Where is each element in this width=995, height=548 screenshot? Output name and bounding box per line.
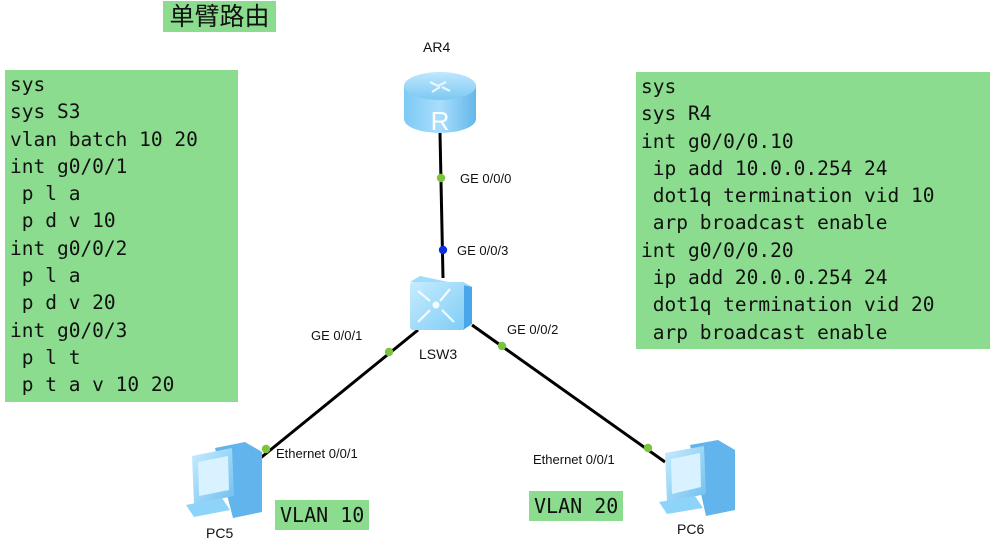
port-dot-lsw3-ge003[interactable] (438, 245, 448, 255)
port-dot-lsw3-ge002[interactable] (497, 341, 507, 351)
pc5-icon[interactable] (186, 442, 262, 518)
port-label-pc6-eth: Ethernet 0/0/1 (533, 452, 615, 467)
pc6-icon[interactable] (659, 440, 735, 516)
vlan-10-tag: VLAN 10 (275, 500, 370, 530)
port-label-lsw3-ge003: GE 0/0/3 (457, 243, 509, 258)
port-label-lsw3-ge001: GE 0/0/1 (311, 328, 363, 343)
port-label-lsw3-ge002: GE 0/0/2 (507, 322, 559, 337)
router-icon[interactable]: R (404, 72, 476, 136)
port-dot-pc6-eth[interactable] (643, 443, 653, 453)
port-dot-ar4-ge000[interactable] (436, 173, 446, 183)
vlan-20-tag: VLAN 20 (529, 491, 624, 521)
switch-icon[interactable] (410, 276, 472, 330)
router-label: AR4 (423, 39, 451, 55)
topology-canvas: R (186, 72, 735, 518)
pc5-label: PC5 (206, 525, 234, 541)
switch-label: LSW3 (419, 346, 458, 362)
port-label-ar4-ge000: GE 0/0/0 (460, 171, 512, 186)
link-lsw3-pc5[interactable] (257, 328, 419, 462)
link-ar4-lsw3[interactable] (438, 132, 445, 279)
svg-text:R: R (431, 106, 450, 136)
port-dot-pc5-eth[interactable] (261, 444, 271, 454)
port-dot-lsw3-ge001[interactable] (384, 347, 394, 357)
port-label-pc5-eth: Ethernet 0/0/1 (276, 446, 358, 461)
pc6-label: PC6 (677, 521, 705, 537)
